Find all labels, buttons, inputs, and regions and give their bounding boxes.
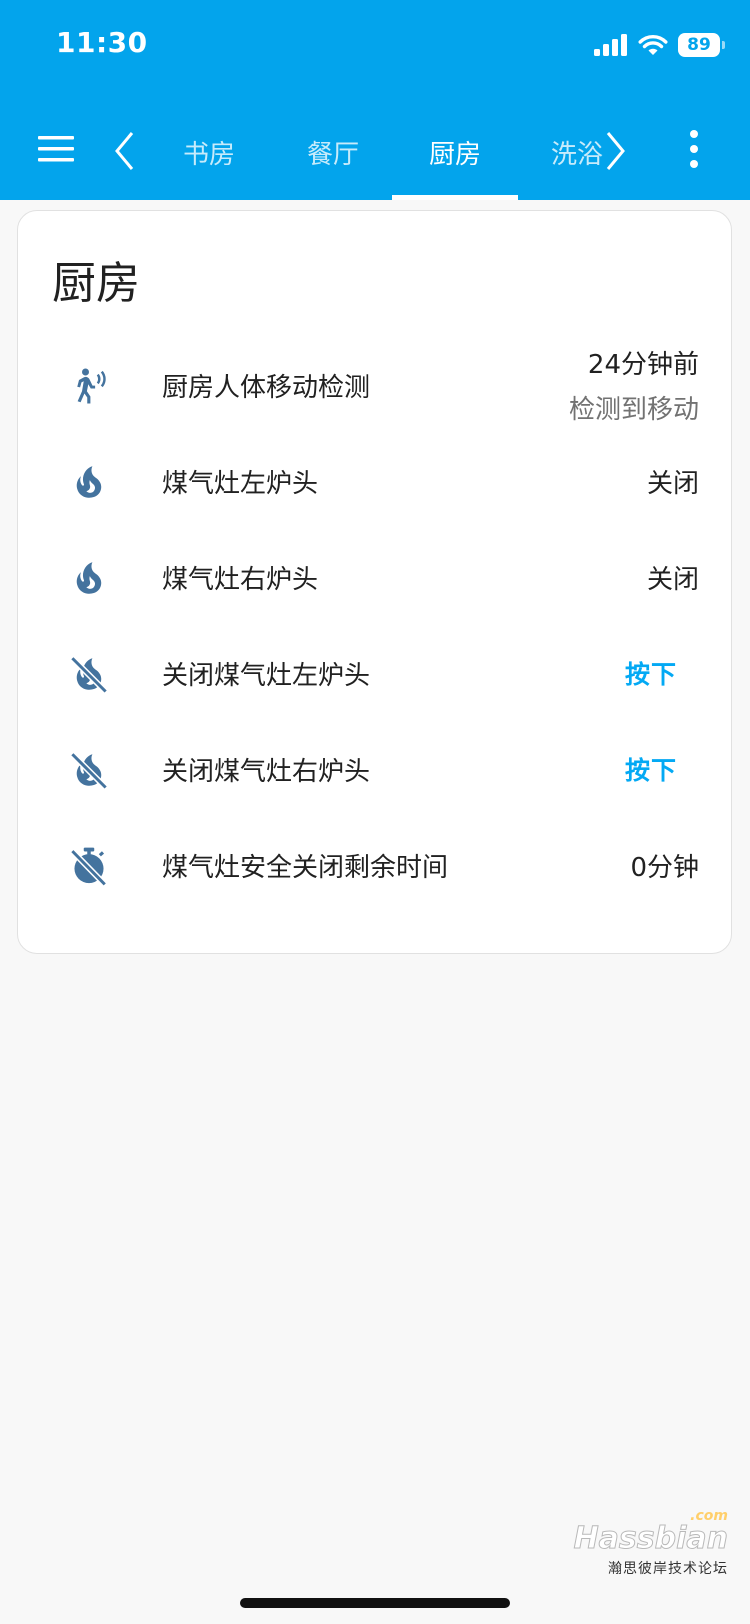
tab-kitchen[interactable]: 厨房 (392, 105, 518, 200)
entity-row-turn-off-left: 关闭煤气灶左炉头 按下 (18, 625, 733, 721)
chevron-left-icon[interactable] (112, 127, 138, 175)
fire-off-icon (70, 752, 108, 790)
press-button[interactable]: 按下 (625, 625, 677, 721)
motion-sensor-icon (77, 368, 106, 404)
forum-watermark: .com Hassbian 瀚思彼岸技术论坛 (558, 1508, 728, 1578)
signal-icon (594, 34, 627, 56)
entity-state: 24分钟前 检测到移动 (569, 337, 699, 433)
chevron-right-icon[interactable] (602, 127, 628, 175)
watermark-slogan: 瀚思彼岸技术论坛 (608, 1561, 728, 1577)
entity-name: 煤气灶安全关闭剩余时间 (162, 852, 449, 883)
app-header: 11:30 89 书房 餐厅 厨房 洗浴 (0, 0, 750, 200)
entity-row-left-burner[interactable]: 煤气灶左炉头 关闭 (18, 433, 733, 529)
battery-icon: 89 (678, 33, 725, 57)
entity-state: 0分钟 (630, 852, 699, 883)
home-indicator[interactable] (240, 1598, 510, 1608)
fire-off-icon (70, 656, 108, 694)
entity-name: 煤气灶右炉头 (162, 564, 319, 595)
menu-icon[interactable] (36, 129, 76, 169)
watermark-brand: Hassbian (573, 1521, 728, 1556)
wifi-icon (638, 35, 668, 55)
entity-state-time: 24分钟前 (587, 350, 699, 380)
press-button[interactable]: 按下 (625, 721, 677, 817)
entity-row-right-burner[interactable]: 煤气灶右炉头 关闭 (18, 529, 733, 625)
tab-study[interactable]: 书房 (146, 105, 272, 200)
entity-name: 厨房人体移动检测 (162, 372, 371, 403)
battery-level: 89 (687, 35, 711, 55)
entity-name: 关闭煤气灶左炉头 (162, 660, 371, 691)
status-bar: 11:30 89 (0, 0, 750, 90)
entity-row-turn-off-right: 关闭煤气灶右炉头 按下 (18, 721, 733, 817)
entity-name: 关闭煤气灶右炉头 (162, 756, 371, 787)
fire-icon (76, 466, 102, 498)
status-icons: 89 (594, 30, 725, 60)
status-time: 11:30 (56, 26, 148, 59)
entity-row-timer[interactable]: 煤气灶安全关闭剩余时间 0分钟 (18, 817, 733, 913)
entity-name: 煤气灶左炉头 (162, 468, 319, 499)
more-vert-icon[interactable] (676, 127, 712, 171)
fire-icon (76, 562, 102, 594)
entity-row-motion[interactable]: 厨房人体移动检测 24分钟前 检测到移动 (18, 337, 733, 433)
toolbar: 书房 餐厅 厨房 洗浴 (0, 105, 750, 200)
entities-card: 厨房 厨房人体移动检测 24分钟前 检测到移动 煤气灶左炉头 关闭 煤气灶右炉头… (17, 210, 732, 954)
entity-state: 关闭 (646, 564, 699, 595)
entity-state: 关闭 (646, 468, 699, 499)
tab-dining[interactable]: 餐厅 (270, 105, 396, 200)
entity-state-detail: 检测到移动 (568, 395, 699, 425)
card-title: 厨房 (52, 258, 140, 309)
timer-off-icon (70, 847, 107, 887)
tab-bar: 书房 餐厅 厨房 洗浴 (100, 105, 640, 200)
